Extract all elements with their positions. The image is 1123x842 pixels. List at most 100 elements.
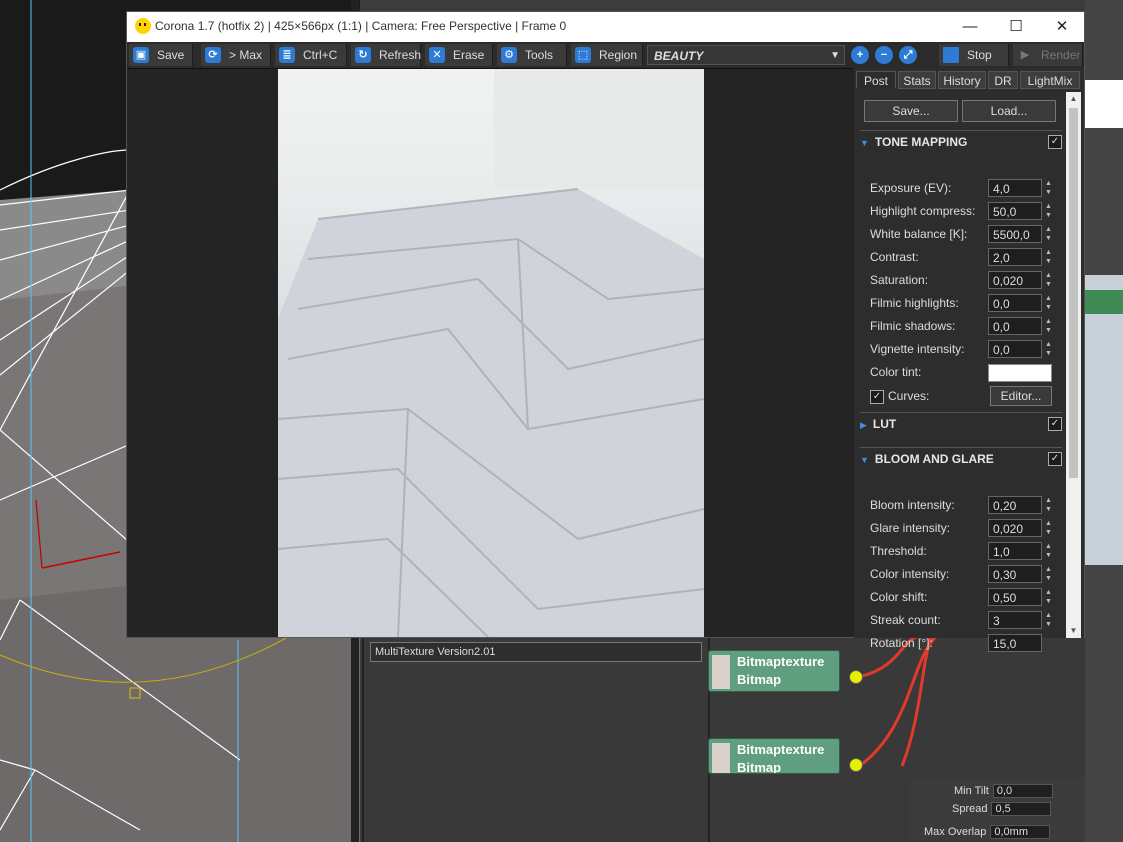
- param-max-overlap[interactable]: Max Overlap 0,0mm: [924, 825, 1051, 839]
- color-shift-input[interactable]: 0,50: [988, 588, 1042, 606]
- bitmap-node-1[interactable]: Bitmaptexture Bitmap: [708, 650, 840, 692]
- zoom-out-icon[interactable]: −: [875, 46, 893, 64]
- spinner-arrows-icon[interactable]: ▲ ▼: [1044, 565, 1053, 583]
- filmic-highlights-input[interactable]: 0,0: [988, 294, 1042, 312]
- param-streak-count: Streak count: 3 ▲ ▼: [870, 611, 1053, 629]
- render-image[interactable]: [278, 69, 704, 637]
- tab-lightmix[interactable]: LightMix: [1020, 71, 1080, 89]
- minimize-button[interactable]: —: [947, 15, 993, 39]
- render-button[interactable]: ▶ Render: [1013, 44, 1083, 66]
- spinner-arrows-icon[interactable]: ▲ ▼: [1044, 271, 1053, 289]
- param-threshold: Threshold: 1,0 ▲ ▼: [870, 542, 1053, 560]
- render-herringbone-floor: [278, 69, 704, 637]
- saturation-input[interactable]: 0,020: [988, 271, 1042, 289]
- vfb-toolbar: ▣ Save ⟳ > Max ≣ Ctrl+C ↻ Refresh ✕ Eras…: [127, 42, 1084, 69]
- rotation-input[interactable]: 15,0: [988, 634, 1042, 652]
- spinner-arrows-icon[interactable]: ▲ ▼: [1044, 179, 1053, 197]
- section-bloom-glare[interactable]: ▼ BLOOM AND GLARE ✓: [860, 447, 1062, 470]
- command-panel: [1085, 0, 1123, 842]
- spinner-arrows-icon[interactable]: ▲ ▼: [1044, 519, 1053, 537]
- triangle-down-icon: ▼: [860, 455, 869, 465]
- param-filmic-highlights: Filmic highlights: 0,0 ▲ ▼: [870, 294, 1053, 312]
- filmic-shadows-input[interactable]: 0,0: [988, 317, 1042, 335]
- region-button[interactable]: ⬚ Region: [571, 44, 643, 66]
- maximize-button[interactable]: ☐: [993, 15, 1039, 39]
- node-output-socket[interactable]: [849, 670, 863, 684]
- zoom-in-icon[interactable]: +: [851, 46, 869, 64]
- param-color-tint: Color tint:: [870, 362, 1062, 382]
- to-max-button[interactable]: ⟳ > Max: [201, 44, 271, 66]
- side-panel-scrollbar[interactable]: ▲ ▼: [1066, 92, 1081, 638]
- triangle-down-icon: ▼: [860, 138, 869, 148]
- bloom-intensity-input[interactable]: 0,20: [988, 496, 1042, 514]
- tab-post[interactable]: Post: [856, 71, 896, 89]
- spinner-arrows-icon[interactable]: ▲ ▼: [1044, 317, 1053, 335]
- tone-mapping-checkbox[interactable]: ✓: [1048, 135, 1062, 149]
- white-balance-input[interactable]: 5500,0: [988, 225, 1042, 243]
- spinner-arrows-icon[interactable]: ▲ ▼: [1044, 294, 1053, 312]
- param-spread[interactable]: Spread 0,5: [952, 802, 1052, 816]
- node-thumbnail: [712, 743, 730, 773]
- scroll-up-icon[interactable]: ▲: [1066, 92, 1081, 106]
- save-button[interactable]: ▣ Save: [129, 44, 193, 66]
- lut-checkbox[interactable]: ✓: [1048, 417, 1062, 431]
- param-min-tilt[interactable]: Min Tilt 0,0: [954, 784, 1053, 798]
- spinner-arrows-icon[interactable]: ▲ ▼: [1044, 588, 1053, 606]
- color-tint-swatch[interactable]: [988, 364, 1052, 382]
- max-icon: ⟳: [205, 47, 221, 63]
- panel-white-area: [1085, 80, 1123, 128]
- bitmap-node-2[interactable]: Bitmaptexture Bitmap: [708, 738, 840, 774]
- tab-stats[interactable]: Stats: [898, 71, 936, 89]
- spinner-arrows-icon[interactable]: ▲ ▼: [1044, 611, 1053, 629]
- spinner-arrows-icon[interactable]: ▲ ▼: [1044, 248, 1053, 266]
- node-output-socket[interactable]: [849, 758, 863, 772]
- node-title: Bitmaptexture: [737, 742, 825, 757]
- spinner-arrows-icon[interactable]: ▲ ▼: [1044, 496, 1053, 514]
- spinner-arrows-icon[interactable]: ▲ ▼: [1044, 340, 1053, 358]
- param-highlight-compress: Highlight compress: 50,0 ▲ ▼: [870, 202, 1053, 220]
- scrollbar-thumb[interactable]: [1069, 108, 1078, 478]
- stop-button[interactable]: Stop: [939, 44, 1009, 66]
- refresh-button[interactable]: ↻ Refresh: [351, 44, 421, 66]
- tab-history[interactable]: History: [938, 71, 986, 89]
- title-bar[interactable]: Corona 1.7 (hotfix 2) | 425×566px (1:1) …: [127, 12, 1084, 42]
- floppy-icon: ▣: [133, 47, 149, 63]
- vignette-input[interactable]: 0,0: [988, 340, 1042, 358]
- spinner-arrows-icon[interactable]: ▲ ▼: [1044, 202, 1053, 220]
- param-filmic-shadows: Filmic shadows: 0,0 ▲ ▼: [870, 317, 1053, 335]
- curves-editor-button[interactable]: Editor...: [990, 386, 1052, 406]
- streak-count-input[interactable]: 3: [988, 611, 1042, 629]
- curves-checkbox[interactable]: ✓: [870, 390, 884, 404]
- chevron-down-icon: ▼: [830, 50, 840, 61]
- corona-vfb-window[interactable]: Corona 1.7 (hotfix 2) | 425×566px (1:1) …: [126, 11, 1085, 652]
- spinner-arrows-icon[interactable]: ▲ ▼: [1044, 225, 1053, 243]
- bloom-checkbox[interactable]: ✓: [1048, 452, 1062, 466]
- param-saturation: Saturation: 0,020 ▲ ▼: [870, 271, 1053, 289]
- node-thumbnail: [712, 655, 730, 689]
- glare-intensity-input[interactable]: 0,020: [988, 519, 1042, 537]
- contrast-input[interactable]: 2,0: [988, 248, 1042, 266]
- spinner-arrows-icon[interactable]: ▲ ▼: [1044, 542, 1053, 560]
- copy-button[interactable]: ≣ Ctrl+C: [275, 44, 347, 66]
- panel-list: [1085, 275, 1123, 565]
- tools-button[interactable]: ⚙ Tools: [497, 44, 567, 66]
- section-lut[interactable]: ▶ LUT ✓: [860, 412, 1062, 435]
- close-button[interactable]: ✕: [1039, 15, 1085, 39]
- zoom-fit-icon[interactable]: ⤢: [899, 46, 917, 64]
- color-intensity-input[interactable]: 0,30: [988, 565, 1042, 583]
- save-preset-button[interactable]: Save...: [864, 100, 958, 122]
- highlight-compress-input[interactable]: 50,0: [988, 202, 1042, 220]
- section-tone-mapping[interactable]: ▼ TONE MAPPING ✓: [860, 130, 1062, 153]
- load-preset-button[interactable]: Load...: [962, 100, 1056, 122]
- scroll-down-icon[interactable]: ▼: [1066, 624, 1081, 638]
- render-element-select[interactable]: BEAUTY ▼: [647, 45, 845, 65]
- erase-button[interactable]: ✕ Erase: [425, 44, 493, 66]
- tab-dr[interactable]: DR: [988, 71, 1018, 89]
- clipboard-icon: ≣: [279, 47, 295, 63]
- exposure-input[interactable]: 4,0: [988, 179, 1042, 197]
- threshold-input[interactable]: 1,0: [988, 542, 1042, 560]
- refresh-icon: ↻: [355, 47, 371, 63]
- param-glare-intensity: Glare intensity: 0,020 ▲ ▼: [870, 519, 1053, 537]
- param-color-shift: Color shift: 0,50 ▲ ▼: [870, 588, 1053, 606]
- region-icon: ⬚: [575, 47, 591, 63]
